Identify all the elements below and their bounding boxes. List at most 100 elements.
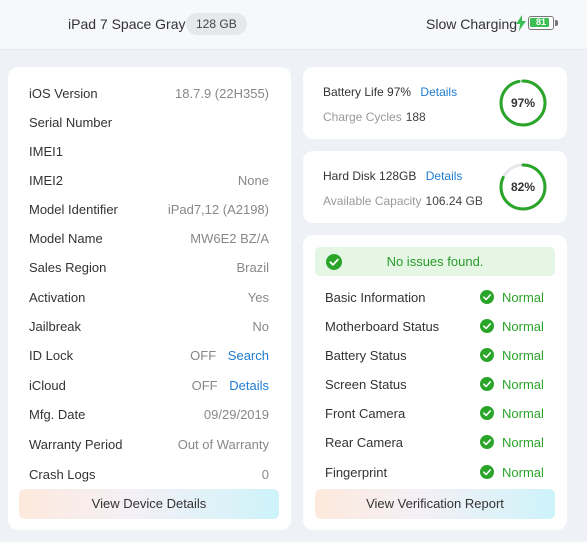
info-row-activation: Activation Yes <box>29 290 269 310</box>
check-label: Fingerprint <box>325 465 388 480</box>
hard-disk-line: Hard Disk 128GB Details <box>323 169 462 183</box>
info-value: 18.7.9 (22H355) <box>175 86 269 101</box>
check-status: Normal <box>502 377 544 392</box>
top-bar: iPad 7 Space Gray 128 GB Slow Charging 8… <box>0 0 587 50</box>
hard-disk-card: Hard Disk 128GB Details Available Capaci… <box>303 151 567 223</box>
check-label: Motherboard Status <box>325 319 440 334</box>
battery-tip <box>555 20 558 26</box>
check-label: Screen Status <box>325 377 407 392</box>
id-lock-search-link[interactable]: Search <box>228 348 269 363</box>
check-label: Basic Information <box>325 290 426 305</box>
charge-cycles-line: Charge Cycles 188 <box>323 110 426 124</box>
id-lock-value: OFF <box>190 348 217 363</box>
check-row-motherboard-status: Motherboard Status Normal <box>325 319 547 339</box>
check-row-front-camera: Front Camera Normal <box>325 406 547 426</box>
icloud-details-link[interactable]: Details <box>229 378 269 393</box>
check-status: Normal <box>502 406 544 421</box>
info-label: ID Lock <box>29 348 74 363</box>
check-label: Rear Camera <box>325 435 404 450</box>
check-label: Front Camera <box>325 406 406 421</box>
check-row-fingerprint: Fingerprint Normal <box>325 465 547 485</box>
info-row-imei2: IMEI2 None <box>29 173 269 193</box>
battery-life-value: 97% <box>387 85 412 99</box>
icloud-value: OFF <box>191 378 218 393</box>
no-issues-text: No issues found. <box>386 254 484 269</box>
view-verification-report-button[interactable]: View Verification Report <box>315 489 555 519</box>
check-circle-icon <box>480 290 494 304</box>
info-value: OFF Details <box>192 378 269 393</box>
check-status: Normal <box>502 465 544 480</box>
check-status: Normal <box>502 435 544 450</box>
charging-bolt-icon <box>516 15 526 31</box>
check-status: Normal <box>502 348 544 363</box>
info-value: OFF Search <box>190 348 269 363</box>
info-value: Out of Warranty <box>177 437 269 452</box>
info-label: Activation <box>29 290 86 305</box>
info-row-serial-number: Serial Number <box>29 115 269 135</box>
info-value: MW6E2 BZ/A <box>190 231 269 246</box>
device-name: iPad 7 Space Gray <box>68 16 186 32</box>
info-value: None <box>237 173 269 188</box>
check-label: Battery Status <box>325 348 407 363</box>
check-status: Normal <box>502 319 544 334</box>
info-label: iCloud <box>29 378 66 393</box>
available-capacity-label: Available Capacity <box>323 194 422 208</box>
info-row-sales-region: Sales Region Brazil <box>29 260 269 280</box>
hard-disk-label: Hard Disk <box>323 169 376 183</box>
check-circle-icon <box>480 435 494 449</box>
battery-level: 81 <box>535 17 546 27</box>
info-label: Warranty Period <box>29 437 123 452</box>
battery-ring-text: 97% <box>510 96 536 110</box>
info-row-warranty-period: Warranty Period Out of Warranty <box>29 437 269 457</box>
available-capacity-line: Available Capacity 106.24 GB <box>323 194 483 208</box>
info-value: No <box>252 319 269 334</box>
info-label: Model Name <box>29 231 103 246</box>
hard-disk-size: 128GB <box>379 169 417 183</box>
info-label: Crash Logs <box>29 467 96 482</box>
disk-details-link[interactable]: Details <box>426 169 463 183</box>
verification-card: No issues found. Basic Information Norma… <box>303 235 567 530</box>
info-row-ios-version: iOS Version 18.7.9 (22H355) <box>29 86 269 106</box>
info-value: 09/29/2019 <box>203 407 269 422</box>
battery-life-label: Battery Life <box>323 85 384 99</box>
storage-badge: 128 GB <box>186 13 247 35</box>
charge-cycles-value: 188 <box>405 110 426 124</box>
check-circle-icon <box>480 406 494 420</box>
info-row-id-lock: ID Lock OFF Search <box>29 348 269 368</box>
check-row-battery-status: Battery Status Normal <box>325 348 547 368</box>
info-label: Sales Region <box>29 260 107 275</box>
battery-life-line: Battery Life 97% Details <box>323 85 457 99</box>
info-row-icloud: iCloud OFF Details <box>29 378 269 398</box>
info-row-mfg-date: Mfg. Date 09/29/2019 <box>29 407 269 427</box>
info-label: iOS Version <box>29 86 98 101</box>
charge-cycles-label: Charge Cycles <box>323 110 402 124</box>
check-circle-icon <box>480 377 494 391</box>
info-label: Serial Number <box>29 115 113 130</box>
info-value: Yes <box>247 290 269 305</box>
no-issues-banner: No issues found. <box>315 247 555 276</box>
battery-card: Battery Life 97% Details Charge Cycles 18… <box>303 67 567 139</box>
check-status: Normal <box>502 290 544 305</box>
info-value: iPad7,12 (A2198) <box>167 202 269 217</box>
charging-status: Slow Charging <box>426 16 518 32</box>
disk-ring-text: 82% <box>510 180 536 194</box>
check-circle-icon <box>480 319 494 333</box>
info-value: 0 <box>261 467 269 482</box>
info-label: Model Identifier <box>29 202 118 217</box>
info-row-model-identifier: Model Identifier iPad7,12 (A2198) <box>29 202 269 222</box>
info-label: Jailbreak <box>29 319 82 334</box>
info-row-jailbreak: Jailbreak No <box>29 319 269 339</box>
info-value: Brazil <box>236 260 269 275</box>
info-label: IMEI1 <box>29 144 63 159</box>
available-capacity-value: 106.24 GB <box>425 194 483 208</box>
check-circle-icon <box>480 465 494 479</box>
info-row-crash-logs: Crash Logs 0 <box>29 467 269 487</box>
info-row-model-name: Model Name MW6E2 BZ/A <box>29 231 269 251</box>
device-info-card: iOS Version 18.7.9 (22H355) Serial Numbe… <box>8 67 291 530</box>
check-row-screen-status: Screen Status Normal <box>325 377 547 397</box>
info-label: Mfg. Date <box>29 407 86 422</box>
battery-icon: 81 <box>528 16 554 30</box>
info-row-imei1: IMEI1 <box>29 144 269 164</box>
view-device-details-button[interactable]: View Device Details <box>19 489 279 519</box>
battery-details-link[interactable]: Details <box>420 85 457 99</box>
